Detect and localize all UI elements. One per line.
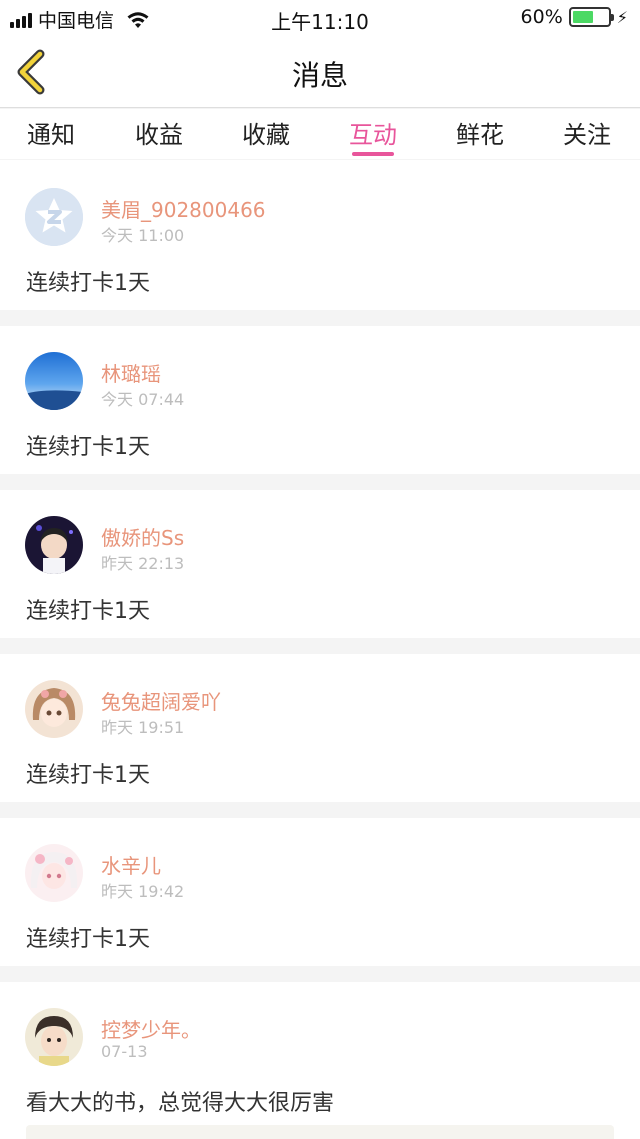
battery-fill [572,11,594,23]
message-content: 看大大的书，总觉得大大很厉害 [26,1091,335,1116]
cartoon-boy-avatar[interactable] [25,516,83,574]
message-card[interactable]: 控梦少年。 07-13 看大大的书，总觉得大大很厉害 [0,982,640,1139]
quoted-content-box[interactable] [26,1125,614,1139]
tab-interactions[interactable]: 互动 [333,115,413,150]
message-content: 连续打卡1天 [26,271,150,296]
battery-percent: 60% [520,6,563,28]
photo-boy-avatar[interactable] [25,1008,83,1066]
message-content: 连续打卡1天 [26,599,150,624]
anime-pink-avatar[interactable] [25,844,83,902]
message-content: 连续打卡1天 [26,763,150,788]
anime-girl-avatar[interactable] [25,680,83,738]
message-content: 连续打卡1天 [26,927,150,952]
message-card[interactable]: 美眉_902800466 今天 11:00 连续打卡1天 [0,160,640,310]
user-name[interactable]: 傲娇的Ss [101,522,184,551]
nav-bar: 消息 [0,36,640,108]
message-time: 今天 07:44 [101,390,185,409]
sky-photo-avatar[interactable] [25,352,83,410]
tab-bar: 通知 收益 收藏 互动 鲜花 关注 [0,109,640,159]
user-name[interactable]: 美眉_902800466 [101,194,266,223]
status-bar: 中国电信 上午11:10 60% ⚡ [0,0,640,36]
message-time: 昨天 19:42 [101,882,185,901]
tab-notifications[interactable]: 通知 [11,115,91,150]
charging-bolt-icon: ⚡ [616,7,628,27]
user-name[interactable]: 兔兔超阔爱吖 [101,686,221,715]
active-tab-indicator [352,152,394,156]
message-content: 连续打卡1天 [26,435,150,460]
tab-favorites[interactable]: 收藏 [226,115,306,150]
message-card[interactable]: 傲娇的Ss 昨天 22:13 连续打卡1天 [0,490,640,638]
user-name[interactable]: 水辛儿 [101,850,161,879]
tab-earnings[interactable]: 收益 [119,115,199,150]
page-title: 消息 [291,59,348,92]
default-avatar-icon[interactable] [25,188,83,246]
user-name[interactable]: 控梦少年。 [101,1014,201,1043]
message-time: 昨天 22:13 [101,554,185,573]
user-name[interactable]: 林璐瑶 [101,358,161,387]
tab-flowers[interactable]: 鲜花 [440,115,520,150]
message-card[interactable]: 兔兔超阔爱吖 昨天 19:51 连续打卡1天 [0,654,640,802]
message-time: 昨天 19:51 [101,718,185,737]
message-time: 今天 11:00 [101,226,185,245]
message-card[interactable]: 水辛儿 昨天 19:42 连续打卡1天 [0,818,640,966]
message-time: 07-13 [101,1042,148,1061]
status-right: 60% ⚡ [521,6,628,28]
battery-icon [568,7,614,27]
message-card[interactable]: 林璐瑶 今天 07:44 连续打卡1天 [0,326,640,474]
tab-following[interactable]: 关注 [547,115,627,150]
